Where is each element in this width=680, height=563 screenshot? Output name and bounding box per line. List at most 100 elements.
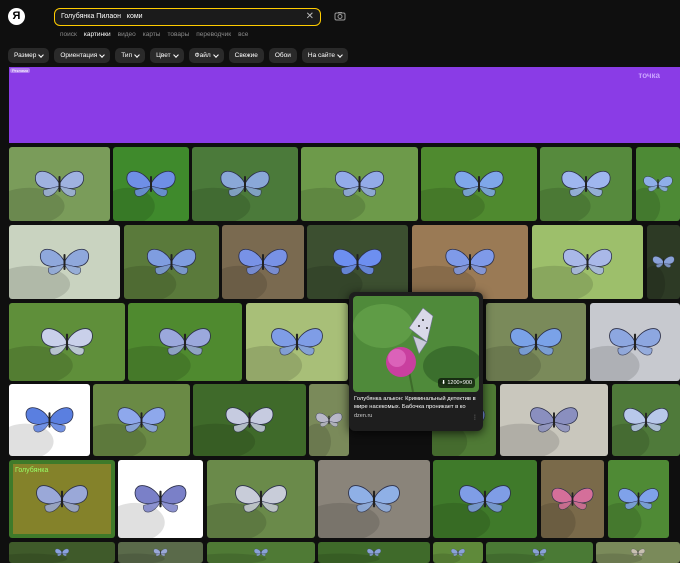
image-result[interactable]: [590, 303, 680, 381]
butterfly-image: [307, 225, 408, 299]
image-result[interactable]: [486, 542, 593, 563]
tab-maps[interactable]: карты: [143, 31, 161, 38]
image-result[interactable]: [486, 303, 586, 381]
tab-products[interactable]: товары: [167, 31, 189, 38]
preview-title[interactable]: Голубянка алькон: Криминальный детектив …: [354, 395, 476, 411]
filter-label: Обои: [274, 52, 291, 59]
image-result[interactable]: [608, 460, 669, 538]
image-result[interactable]: [9, 542, 115, 563]
filter-label: Файл: [194, 52, 211, 59]
filter-type[interactable]: Тип: [115, 48, 146, 63]
image-result[interactable]: [93, 384, 190, 456]
butterfly-image: [118, 460, 203, 538]
image-result[interactable]: [113, 147, 189, 221]
image-result[interactable]: [193, 384, 306, 456]
preview-source[interactable]: dzen.ru: [354, 413, 372, 419]
image-result[interactable]: [9, 147, 110, 221]
image-result[interactable]: [309, 384, 349, 456]
search-tabs: поиск картинки видео карты товары перево…: [60, 31, 248, 38]
filter-on-site[interactable]: На сайте: [301, 48, 349, 63]
more-options-icon[interactable]: ⋮: [472, 414, 478, 421]
tab-video[interactable]: видео: [118, 31, 136, 38]
butterfly-image: [590, 303, 680, 381]
filter-file[interactable]: Файл: [188, 48, 224, 63]
butterfly-image: [486, 542, 593, 563]
chevron-down-icon: [172, 51, 179, 58]
tab-translator[interactable]: переводчик: [196, 31, 231, 38]
image-result[interactable]: [433, 460, 537, 538]
image-preview-popup[interactable]: ⬇ 1200×900 Голубянка алькон: Криминальны…: [349, 292, 483, 431]
image-result[interactable]: [318, 460, 430, 538]
preview-image[interactable]: ⬇ 1200×900: [353, 296, 479, 392]
image-result[interactable]: [540, 147, 632, 221]
filter-size[interactable]: Размер: [8, 48, 50, 63]
image-result[interactable]: [246, 303, 348, 381]
image-result[interactable]: [636, 147, 680, 221]
search-box[interactable]: Голубянка Пилаон коми ✕: [54, 8, 321, 26]
chevron-down-icon: [337, 51, 343, 58]
butterfly-image: [486, 303, 586, 381]
image-result[interactable]: [532, 225, 643, 299]
butterfly-image: [612, 384, 680, 456]
image-result[interactable]: [118, 460, 203, 538]
image-result[interactable]: [301, 147, 418, 221]
filter-orientation[interactable]: Ориентация: [54, 48, 111, 63]
filter-wallpapers[interactable]: Обои: [268, 48, 297, 63]
butterfly-image: [647, 225, 680, 299]
butterfly-image: [318, 542, 430, 563]
butterfly-image: [433, 460, 537, 538]
ad-badge: Реклама: [10, 68, 31, 73]
chevron-down-icon: [99, 51, 106, 58]
tab-all[interactable]: все: [238, 31, 248, 38]
image-result[interactable]: [541, 460, 604, 538]
chevron-down-icon: [134, 51, 140, 58]
image-result[interactable]: [118, 542, 203, 563]
butterfly-image: [608, 460, 669, 538]
image-result[interactable]: [207, 542, 315, 563]
butterfly-image: [318, 460, 430, 538]
image-result[interactable]: [192, 147, 298, 221]
download-resolution[interactable]: ⬇ 1200×900: [438, 378, 475, 388]
butterfly-image: [636, 147, 680, 221]
image-result[interactable]: [9, 225, 120, 299]
image-result[interactable]: [318, 542, 430, 563]
image-result[interactable]: [612, 384, 680, 456]
butterfly-image: [9, 542, 115, 563]
filter-color[interactable]: Цвет: [150, 48, 184, 63]
butterfly-image: [433, 542, 483, 563]
filter-fresh[interactable]: Свежие: [228, 48, 264, 63]
camera-search-icon[interactable]: [334, 10, 346, 22]
image-result[interactable]: [412, 225, 528, 299]
ad-banner[interactable]: Реклама точка: [9, 67, 680, 143]
image-result[interactable]: [124, 225, 219, 299]
image-result[interactable]: [596, 542, 680, 563]
butterfly-image: [124, 225, 219, 299]
image-result[interactable]: [9, 303, 125, 381]
tab-images[interactable]: картинки: [84, 31, 111, 38]
butterfly-image: Голубянка: [9, 460, 115, 538]
butterfly-image: [596, 542, 680, 563]
image-result[interactable]: [207, 460, 315, 538]
butterfly-image: [500, 384, 608, 456]
butterfly-image: [532, 225, 643, 299]
image-result[interactable]: [433, 542, 483, 563]
image-result[interactable]: [647, 225, 680, 299]
image-result[interactable]: [421, 147, 537, 221]
yandex-logo[interactable]: Я: [8, 8, 25, 25]
butterfly-image: [301, 147, 418, 221]
image-result[interactable]: [128, 303, 242, 381]
image-result[interactable]: [307, 225, 408, 299]
image-result[interactable]: Голубянка: [9, 460, 115, 538]
image-result[interactable]: [500, 384, 608, 456]
butterfly-image: [246, 303, 348, 381]
filter-label: Размер: [14, 52, 37, 59]
butterfly-image: [128, 303, 242, 381]
filter-label: На сайте: [307, 52, 336, 59]
image-result[interactable]: [222, 225, 304, 299]
filter-bar: Размер Ориентация Тип Цвет Файл Свежие О…: [8, 48, 349, 63]
search-input[interactable]: Голубянка Пилаон коми: [61, 11, 143, 23]
butterfly-image: [193, 384, 306, 456]
clear-icon[interactable]: ✕: [306, 10, 314, 24]
tab-search[interactable]: поиск: [60, 31, 77, 38]
image-result[interactable]: [9, 384, 90, 456]
